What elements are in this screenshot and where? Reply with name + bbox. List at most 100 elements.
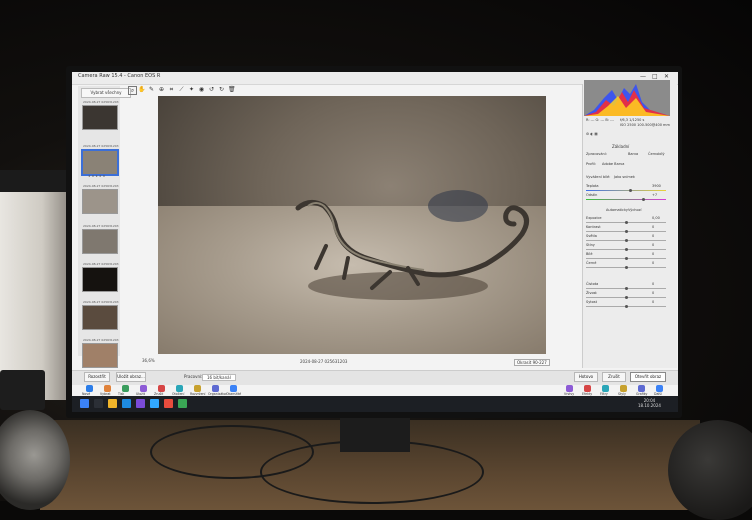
- slider-handle[interactable]: [628, 189, 632, 192]
- workflow-select[interactable]: 16 bit/kanál: [202, 374, 236, 381]
- slider-track[interactable]: [586, 189, 666, 192]
- thumbnail[interactable]: [82, 343, 118, 368]
- slider-track[interactable]: [586, 266, 666, 269]
- treatment-bw-radio[interactable]: Černobílý: [648, 152, 665, 156]
- start-icon[interactable]: [80, 399, 89, 408]
- slider-handle[interactable]: [625, 221, 628, 224]
- slider-track[interactable]: [586, 305, 666, 308]
- explorer-icon[interactable]: [108, 399, 117, 408]
- trash-icon[interactable]: 🗑: [228, 86, 236, 93]
- slider-value[interactable]: 0,00: [652, 216, 660, 220]
- spot-removal-icon[interactable]: ✦: [188, 86, 195, 93]
- slider-handle[interactable]: [625, 230, 628, 233]
- default-button[interactable]: Výchozí: [628, 208, 641, 212]
- app-shortcut-icon[interactable]: [212, 385, 219, 392]
- app-shortcut-icon[interactable]: [140, 385, 147, 392]
- color-sampler-icon[interactable]: ⊕: [158, 86, 165, 93]
- done-button[interactable]: Hotovo: [574, 372, 598, 382]
- app-shortcut-icon[interactable]: [176, 385, 183, 392]
- thumbnail[interactable]: [82, 305, 118, 330]
- slider-track[interactable]: [586, 230, 666, 233]
- hand-icon[interactable]: ✋: [138, 86, 145, 93]
- slider-track[interactable]: [586, 248, 666, 251]
- zoom-level[interactable]: 36,6%: [142, 358, 155, 363]
- slider-handle[interactable]: [625, 248, 628, 251]
- slider-value[interactable]: 0: [652, 252, 654, 256]
- slider-track[interactable]: [586, 257, 666, 260]
- zoom-icon[interactable]: ⌕: [128, 86, 137, 95]
- rotate-right-icon[interactable]: ↻: [218, 86, 225, 93]
- slider-value[interactable]: 0: [652, 261, 654, 265]
- chrome-icon[interactable]: [164, 399, 173, 408]
- slider-value[interactable]: 3900: [652, 184, 661, 188]
- app-icon[interactable]: [178, 399, 187, 408]
- slider-handle[interactable]: [625, 266, 628, 269]
- app-shortcut-icon[interactable]: [158, 385, 165, 392]
- rotate-left-icon[interactable]: ↺: [208, 86, 215, 93]
- profile-select[interactable]: Adobe Barva: [602, 162, 624, 166]
- slider-value[interactable]: 0: [652, 225, 654, 229]
- thumbnail-selected[interactable]: [81, 149, 119, 176]
- preferences-button[interactable]: Rozostřit: [84, 372, 110, 382]
- image-rating[interactable]: Okrasit 90-227: [514, 359, 550, 366]
- slider-track[interactable]: [586, 239, 666, 242]
- app-shortcut-icon[interactable]: [86, 385, 93, 392]
- slider-track[interactable]: [586, 198, 666, 201]
- slider-value[interactable]: 0: [652, 234, 654, 238]
- slider-value[interactable]: 0: [652, 300, 654, 304]
- thumbnail[interactable]: [82, 229, 118, 254]
- panel-shortcut-icon[interactable]: [584, 385, 591, 392]
- cancel-button[interactable]: Zrušit: [602, 372, 626, 382]
- auto-button[interactable]: Automaticky: [606, 208, 628, 212]
- save-image-button[interactable]: Uložit obraz...: [116, 372, 146, 382]
- redeye-icon[interactable]: ◉: [198, 86, 205, 93]
- exif-line2: ISO 2500 100-500@400 mm: [620, 123, 670, 127]
- slider-value[interactable]: 0: [652, 282, 654, 286]
- thumbnail[interactable]: [82, 105, 118, 130]
- photoshop-icon[interactable]: [150, 399, 159, 408]
- thumb-stars[interactable]: ★ ★ ★ ★ ★: [88, 174, 105, 178]
- straighten-icon[interactable]: ⟋: [178, 86, 185, 93]
- slider-track[interactable]: [586, 296, 666, 299]
- panel-shortcut-icon[interactable]: [656, 385, 663, 392]
- slider-handle[interactable]: [625, 305, 628, 308]
- crop-icon[interactable]: ⌗: [168, 86, 175, 93]
- app-shortcut-icon[interactable]: [230, 385, 237, 392]
- app-icon[interactable]: [136, 399, 145, 408]
- slider-value[interactable]: 0: [652, 243, 654, 247]
- wb-select[interactable]: Jako snímek: [614, 175, 635, 179]
- app-shortcut-icon[interactable]: [104, 385, 111, 392]
- slider-value[interactable]: 0: [652, 291, 654, 295]
- panel-shortcut-icon[interactable]: [638, 385, 645, 392]
- preview-image[interactable]: [158, 96, 546, 354]
- thumb-caption: 2024-08-27 025631203: [83, 184, 119, 188]
- thumbnail[interactable]: [82, 189, 118, 214]
- slider-track[interactable]: [586, 287, 666, 290]
- slider-handle[interactable]: [625, 287, 628, 290]
- slider-handle[interactable]: [625, 296, 628, 299]
- app-shortcut-icon[interactable]: [122, 385, 129, 392]
- panel-shortcut-icon[interactable]: [566, 385, 573, 392]
- edge-icon[interactable]: [122, 399, 131, 408]
- panel-shortcut-icon[interactable]: [602, 385, 609, 392]
- slider-value[interactable]: +7: [652, 193, 657, 197]
- maximize-button[interactable]: □: [652, 73, 658, 80]
- search-icon[interactable]: [94, 399, 103, 408]
- minimize-button[interactable]: —: [640, 73, 646, 80]
- app-shortcut-icon[interactable]: [194, 385, 201, 392]
- select-all-button[interactable]: Vybrat všechny: [81, 88, 131, 98]
- taskbar-clock[interactable]: 20:04 18.10.2024: [638, 398, 661, 408]
- thumbnail[interactable]: [82, 267, 118, 292]
- slider-handle[interactable]: [625, 239, 628, 242]
- white-balance-icon[interactable]: ✎: [148, 86, 155, 93]
- slider-track[interactable]: [586, 221, 666, 224]
- slider-handle[interactable]: [625, 257, 628, 260]
- panel-shortcut-icon[interactable]: [620, 385, 627, 392]
- slider-label: Expozice: [586, 216, 602, 220]
- open-image-button[interactable]: Otevřít obraz: [630, 372, 666, 382]
- panel-tab-icons[interactable]: ⚙ ◐ ▦: [586, 132, 598, 136]
- treatment-color-radio[interactable]: Barva: [628, 152, 638, 156]
- profile-label: Profil:: [586, 162, 596, 166]
- panel-tab-basic[interactable]: Základní: [612, 144, 629, 149]
- close-button[interactable]: ✕: [664, 73, 669, 80]
